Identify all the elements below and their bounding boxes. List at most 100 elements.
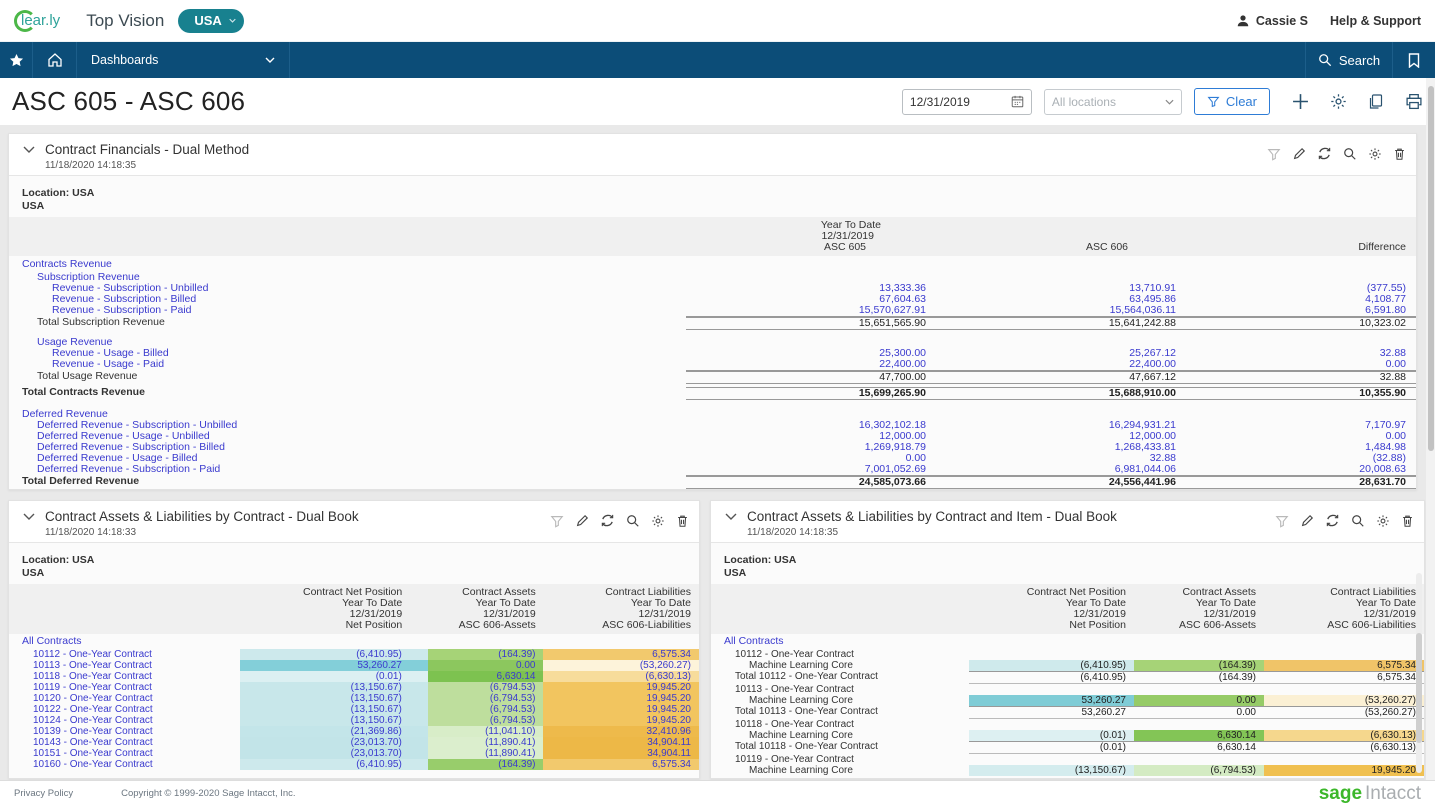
dashboards-label: Dashboards (91, 53, 158, 67)
table-row: 10119 - One-Year Contract (711, 754, 1424, 765)
dashboards-menu[interactable]: Dashboards (77, 42, 290, 78)
browser-scrollbar[interactable] (1426, 78, 1435, 780)
search-button[interactable]: Search (1305, 42, 1393, 78)
table-row: 10122 - One-Year Contract(13,150.67)(6,7… (9, 704, 699, 715)
table-row: Total Subscription Revenue15,651,565.901… (9, 317, 1416, 330)
column-headers: Contract Net PositionContract AssetsCont… (9, 584, 699, 634)
location-sub: USA (22, 200, 1416, 213)
panel-scrollbar[interactable] (1416, 573, 1422, 773)
delete-icon[interactable] (676, 514, 689, 533)
privacy-policy-link[interactable]: Privacy Policy (14, 788, 73, 799)
search-label: Search (1339, 53, 1380, 68)
table-row: 10143 - One-Year Contract(23,013.70)(11,… (9, 737, 699, 748)
user-icon (1236, 14, 1250, 28)
page-footer: Privacy Policy Copyright © 1999-2020 Sag… (0, 780, 1435, 806)
table-row: 10120 - One-Year Contract(13,150.67)(6,7… (9, 693, 699, 704)
all-contracts-link[interactable]: All Contracts (711, 634, 1424, 649)
all-contracts-link[interactable]: All Contracts (9, 634, 699, 649)
table-row: 10139 - One-Year Contract(21,369.86)(11,… (9, 726, 699, 737)
user-name: Cassie S (1256, 14, 1308, 28)
clearly-logo-icon (14, 10, 36, 32)
chevron-down-icon (229, 17, 236, 24)
panel-timestamp: 11/18/2020 14:18:33 (45, 527, 359, 538)
chevron-down-icon (1165, 99, 1174, 105)
settings-icon[interactable] (1376, 514, 1390, 533)
edit-icon[interactable] (1300, 514, 1314, 533)
delete-icon[interactable] (1401, 514, 1414, 533)
panel-timestamp: 11/18/2020 14:18:35 (747, 527, 1117, 538)
clearly-logo: lear.ly (14, 10, 60, 32)
refresh-icon[interactable] (1325, 513, 1340, 533)
zoom-icon[interactable] (1351, 514, 1365, 533)
table-row: Revenue - Subscription - Billed67,604.63… (9, 294, 1416, 305)
favorites-button[interactable] (0, 42, 33, 78)
refresh-icon[interactable] (600, 513, 615, 533)
table-row: Machine Learning Core(0.01)6,630.14(6,63… (711, 730, 1424, 741)
company-name: Top Vision (86, 11, 164, 31)
table-row: 10160 - One-Year Contract(6,410.95)(164.… (9, 759, 699, 770)
column-headers: Year To Date 12/31/2019 ASC 605ASC 606Di… (9, 217, 1416, 256)
panel-assets-by-contract: Contract Assets & Liabilities by Contrac… (8, 500, 700, 779)
table-row: Subscription Revenue (9, 272, 1416, 283)
edit-icon[interactable] (575, 514, 589, 533)
delete-icon[interactable] (1393, 147, 1406, 166)
filter-icon[interactable] (1267, 147, 1281, 166)
edit-icon[interactable] (1292, 147, 1306, 166)
table-row: Total 10113 - One-Year Contract53,260.27… (711, 706, 1424, 719)
table-row: 10124 - One-Year Contract(13,150.67)(6,7… (9, 715, 699, 726)
add-icon[interactable] (1292, 93, 1309, 110)
dashboard-content: Contract Financials - Dual Method 11/18/… (0, 125, 1435, 780)
clear-filter-button[interactable]: Clear (1194, 88, 1270, 115)
panel-toolbar (550, 509, 689, 533)
table-row: Deferred Revenue - Subscription - Billed… (9, 442, 1416, 453)
panel2-table-body: All Contracts10112 - One-Year Contract(6… (9, 634, 699, 770)
table-row: Deferred Revenue - Subscription - Paid7,… (9, 464, 1416, 476)
table-row: Deferred Revenue - Subscription - Unbill… (9, 420, 1416, 431)
table-row: Revenue - Usage - Billed25,300.0025,267.… (9, 348, 1416, 359)
table-row: Total Contracts Revenue15,699,265.9015,6… (9, 387, 1416, 400)
help-support-link[interactable]: Help & Support (1330, 14, 1421, 28)
panel-timestamp: 11/18/2020 14:18:35 (45, 160, 249, 171)
table-row: Total Usage Revenue47,700.0047,667.1232.… (9, 371, 1416, 384)
panel-assets-by-contract-item: Contract Assets & Liabilities by Contrac… (710, 500, 1425, 779)
collapse-icon[interactable] (23, 513, 35, 520)
column-headers: Contract Net PositionContract AssetsCont… (711, 584, 1424, 634)
panel3-table-body: All Contracts10112 - One-Year Contract Ma… (711, 634, 1424, 776)
location-label: Location: USA (22, 554, 699, 567)
panel-contract-financials: Contract Financials - Dual Method 11/18/… (8, 133, 1417, 490)
table-row: 10112 - One-Year Contract (711, 649, 1424, 660)
location-label: Location: USA (22, 187, 1416, 200)
collapse-icon[interactable] (23, 146, 35, 153)
zoom-icon[interactable] (1343, 147, 1357, 166)
table-row: Revenue - Subscription - Unbilled13,333.… (9, 283, 1416, 294)
bookmark-button[interactable] (1393, 42, 1435, 78)
table-row: Machine Learning Core53,260.270.00(53,26… (711, 695, 1424, 706)
location-sub: USA (724, 567, 1424, 580)
collapse-icon[interactable] (725, 513, 737, 520)
home-icon (47, 52, 63, 68)
bookmark-icon (1408, 53, 1420, 68)
home-button[interactable] (33, 42, 77, 78)
copy-icon[interactable] (1368, 93, 1384, 110)
gear-icon[interactable] (1330, 93, 1347, 110)
filter-icon[interactable] (550, 514, 564, 533)
table-row: 10151 - One-Year Contract(23,013.70)(11,… (9, 748, 699, 759)
user-menu[interactable]: Cassie S (1236, 14, 1308, 28)
report-date-input[interactable]: 12/31/2019 (902, 89, 1032, 115)
settings-icon[interactable] (1368, 147, 1382, 166)
panel-title: Contract Financials - Dual Method (45, 142, 249, 157)
print-icon[interactable] (1405, 93, 1423, 110)
copyright-text: Copyright © 1999-2020 Sage Intacct, Inc. (121, 788, 295, 799)
settings-icon[interactable] (651, 514, 665, 533)
filter-icon[interactable] (1275, 514, 1289, 533)
table-row: Total 10118 - One-Year Contract(0.01)6,6… (711, 741, 1424, 754)
zoom-icon[interactable] (626, 514, 640, 533)
clear-label: Clear (1226, 94, 1257, 109)
page-title: ASC 605 - ASC 606 (12, 86, 245, 117)
search-icon (1318, 53, 1332, 67)
entity-selector[interactable]: USA (178, 9, 243, 33)
locations-select[interactable]: All locations (1044, 89, 1182, 115)
refresh-icon[interactable] (1317, 146, 1332, 166)
table-row: Revenue - Usage - Paid22,400.0022,400.00… (9, 359, 1416, 371)
table-row: 10118 - One-Year Contract (711, 719, 1424, 730)
